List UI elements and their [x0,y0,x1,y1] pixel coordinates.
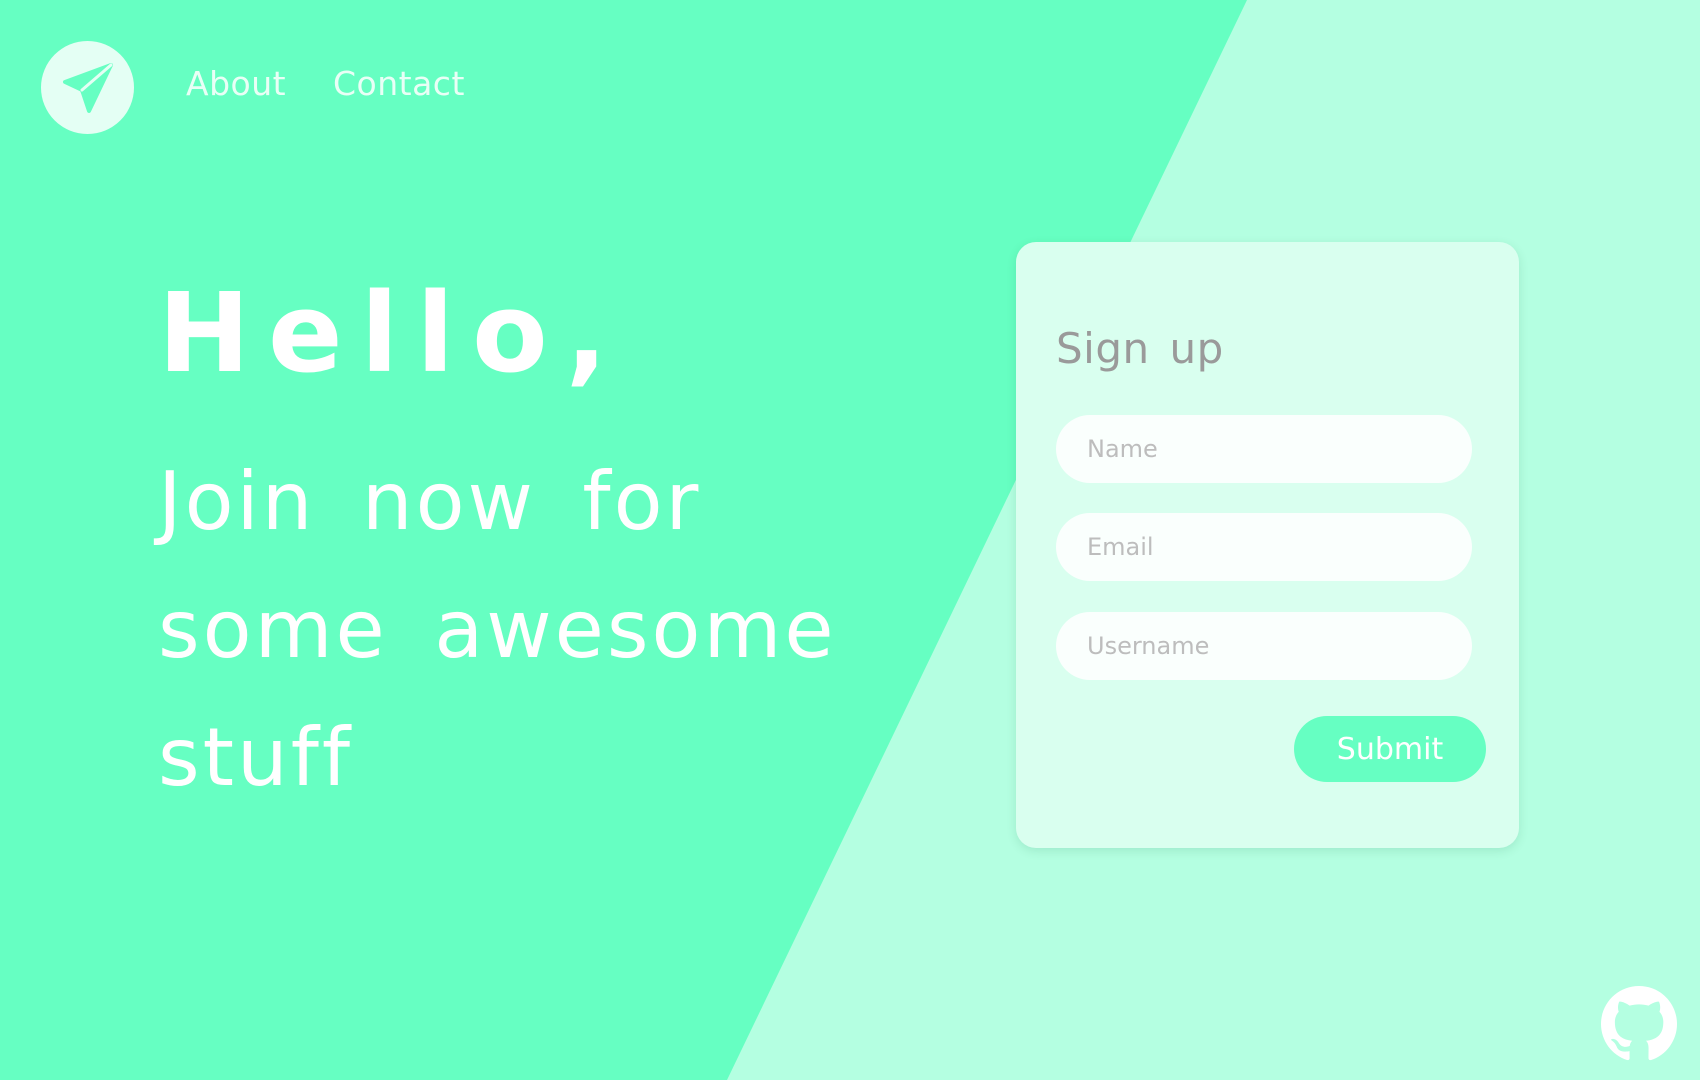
hero-greeting: Hello, [158,269,626,397]
paper-plane-icon [62,62,113,113]
nav-link-about[interactable]: About [186,64,286,103]
submit-button[interactable]: Submit [1294,716,1486,782]
name-input[interactable] [1056,415,1472,483]
github-icon [1601,986,1677,1061]
username-input[interactable] [1056,612,1472,680]
page: About Contact Hello, Join now for some a… [0,0,1700,1080]
hero-tagline: Join now for some awesome stuff [158,455,837,804]
signup-card: Sign up Submit [1016,242,1519,848]
email-input[interactable] [1056,513,1472,581]
github-link[interactable] [1601,986,1677,1062]
nav-link-contact[interactable]: Contact [333,64,465,103]
signup-title: Sign up [1056,324,1224,373]
logo-link[interactable] [41,41,134,134]
